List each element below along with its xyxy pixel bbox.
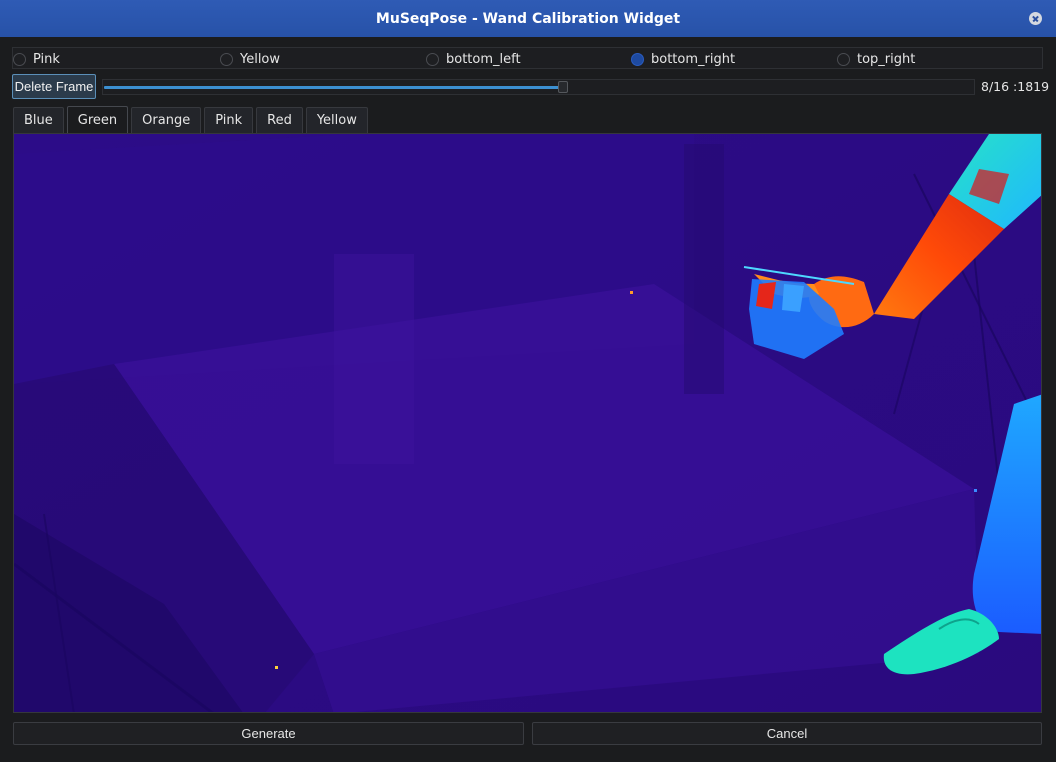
thermal-frame-image xyxy=(14,134,1041,712)
cancel-button[interactable]: Cancel xyxy=(532,722,1042,745)
radio-circle-checked-icon[interactable] xyxy=(631,52,644,66)
radio-label: top_right xyxy=(857,51,916,67)
radio-label: bottom_left xyxy=(446,51,521,67)
close-icon[interactable] xyxy=(1029,12,1042,25)
thermal-image-view[interactable] xyxy=(13,133,1042,713)
radio-pink[interactable]: Pink xyxy=(13,50,60,68)
radio-circle-icon[interactable] xyxy=(13,52,26,66)
radio-label: Pink xyxy=(33,51,60,67)
color-tabs: Blue Green Orange Pink Red Yellow xyxy=(13,106,371,133)
radio-circle-icon[interactable] xyxy=(220,52,233,66)
radio-bottom-right[interactable]: bottom_right xyxy=(631,50,735,68)
frame-slider[interactable] xyxy=(102,79,975,95)
radio-yellow[interactable]: Yellow xyxy=(220,50,280,68)
radio-circle-icon[interactable] xyxy=(837,52,850,66)
slider-handle[interactable] xyxy=(558,81,568,93)
radio-label: bottom_right xyxy=(651,51,736,67)
delete-frame-button[interactable]: Delete Frame xyxy=(12,74,96,99)
marker-radio-group: Pink Yellow bottom_left bottom_right top… xyxy=(12,47,1043,69)
tab-orange[interactable]: Orange xyxy=(131,107,202,133)
tab-green[interactable]: Green xyxy=(66,106,129,133)
tab-blue[interactable]: Blue xyxy=(13,107,64,133)
window-title: MuSeqPose - Wand Calibration Widget xyxy=(375,10,681,27)
title-bar: MuSeqPose - Wand Calibration Widget xyxy=(0,0,1056,37)
slider-fill xyxy=(104,86,559,89)
radio-circle-icon[interactable] xyxy=(426,52,439,66)
tab-red[interactable]: Red xyxy=(256,107,303,133)
tab-yellow[interactable]: Yellow xyxy=(305,107,368,133)
radio-label: Yellow xyxy=(240,51,281,67)
radio-top-right[interactable]: top_right xyxy=(837,50,915,68)
frame-counter: 8/16 :1819 xyxy=(981,79,1050,94)
generate-button[interactable]: Generate xyxy=(13,722,524,745)
tab-pink[interactable]: Pink xyxy=(204,107,254,133)
radio-bottom-left[interactable]: bottom_left xyxy=(426,50,521,68)
